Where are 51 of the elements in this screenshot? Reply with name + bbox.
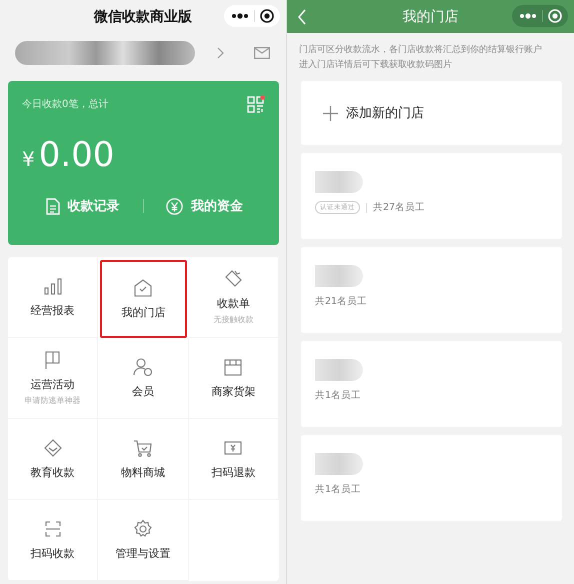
scan-icon	[42, 519, 63, 539]
back-icon[interactable]	[297, 9, 307, 25]
menu-item[interactable]: 收款单 无接触收款	[188, 257, 279, 338]
menu-item[interactable]: 会员	[98, 338, 189, 419]
store-card[interactable]: 共1名员工	[301, 435, 562, 521]
menu-item[interactable]: 扫码收款	[8, 500, 98, 581]
store-card[interactable]: 共1名员工	[301, 341, 562, 427]
blurred-store-name	[315, 171, 363, 193]
mail-icon[interactable]	[254, 47, 270, 59]
staff-count: 共27名员工	[373, 201, 426, 214]
chart-icon	[42, 276, 63, 296]
shop-icon	[223, 357, 244, 377]
description-line: 门店可区分收款流水，各门店收款将汇总到你的结算银行账户	[299, 44, 542, 57]
amount: 0.00	[38, 135, 114, 175]
blurred-store-name	[315, 265, 363, 287]
member-icon	[132, 357, 153, 377]
blurred-store-name	[315, 359, 363, 381]
menu-item[interactable]: 扫码退款	[188, 419, 279, 500]
menu-item[interactable]: 管理与设置	[98, 500, 189, 581]
menu-item[interactable]: 物料商城	[98, 419, 189, 500]
yuan-icon	[166, 198, 183, 214]
currency-symbol: ¥	[22, 147, 35, 171]
staff-count: 共1名员工	[315, 483, 362, 496]
add-store-button[interactable]: 添加新的门店	[301, 81, 562, 145]
document-icon	[46, 198, 60, 214]
menu-item[interactable]: 我的门店	[100, 260, 187, 338]
house-icon	[133, 278, 154, 298]
tag-icon	[223, 269, 244, 289]
blurred-store-name	[315, 453, 363, 475]
staff-count: 共21名员工	[315, 295, 368, 308]
capsule-menu[interactable]	[224, 5, 280, 27]
qr-code-icon[interactable]	[247, 95, 265, 113]
store-card[interactable]: 共21名员工	[301, 247, 562, 333]
chevron-right-icon[interactable]	[217, 47, 225, 59]
page-title: 我的门店	[402, 8, 458, 26]
menu-subtitle: 无接触收款	[213, 314, 254, 325]
gear-icon	[132, 519, 153, 539]
close-icon[interactable]	[260, 9, 274, 23]
menu-subtitle: 申请防逃单神器	[24, 395, 81, 406]
menu-item[interactable]: 教育收款	[8, 419, 98, 500]
staff-count: 共1名员工	[315, 389, 362, 402]
more-icon[interactable]	[230, 13, 248, 19]
cart-icon	[132, 438, 153, 458]
plus-icon	[323, 106, 338, 120]
menu-item[interactable]: 经营报表	[8, 257, 98, 338]
menu-item[interactable]: 商家货架	[188, 338, 279, 419]
today-summary: 今日收款0笔，总计	[22, 98, 108, 111]
app-title: 微信收款商业版	[94, 8, 192, 26]
diamond-icon	[42, 438, 63, 458]
description-line: 进入门店详情后可下载获取收款码图片	[299, 58, 452, 72]
menu-item[interactable]: 运营活动 申请防逃单神器	[8, 338, 98, 419]
